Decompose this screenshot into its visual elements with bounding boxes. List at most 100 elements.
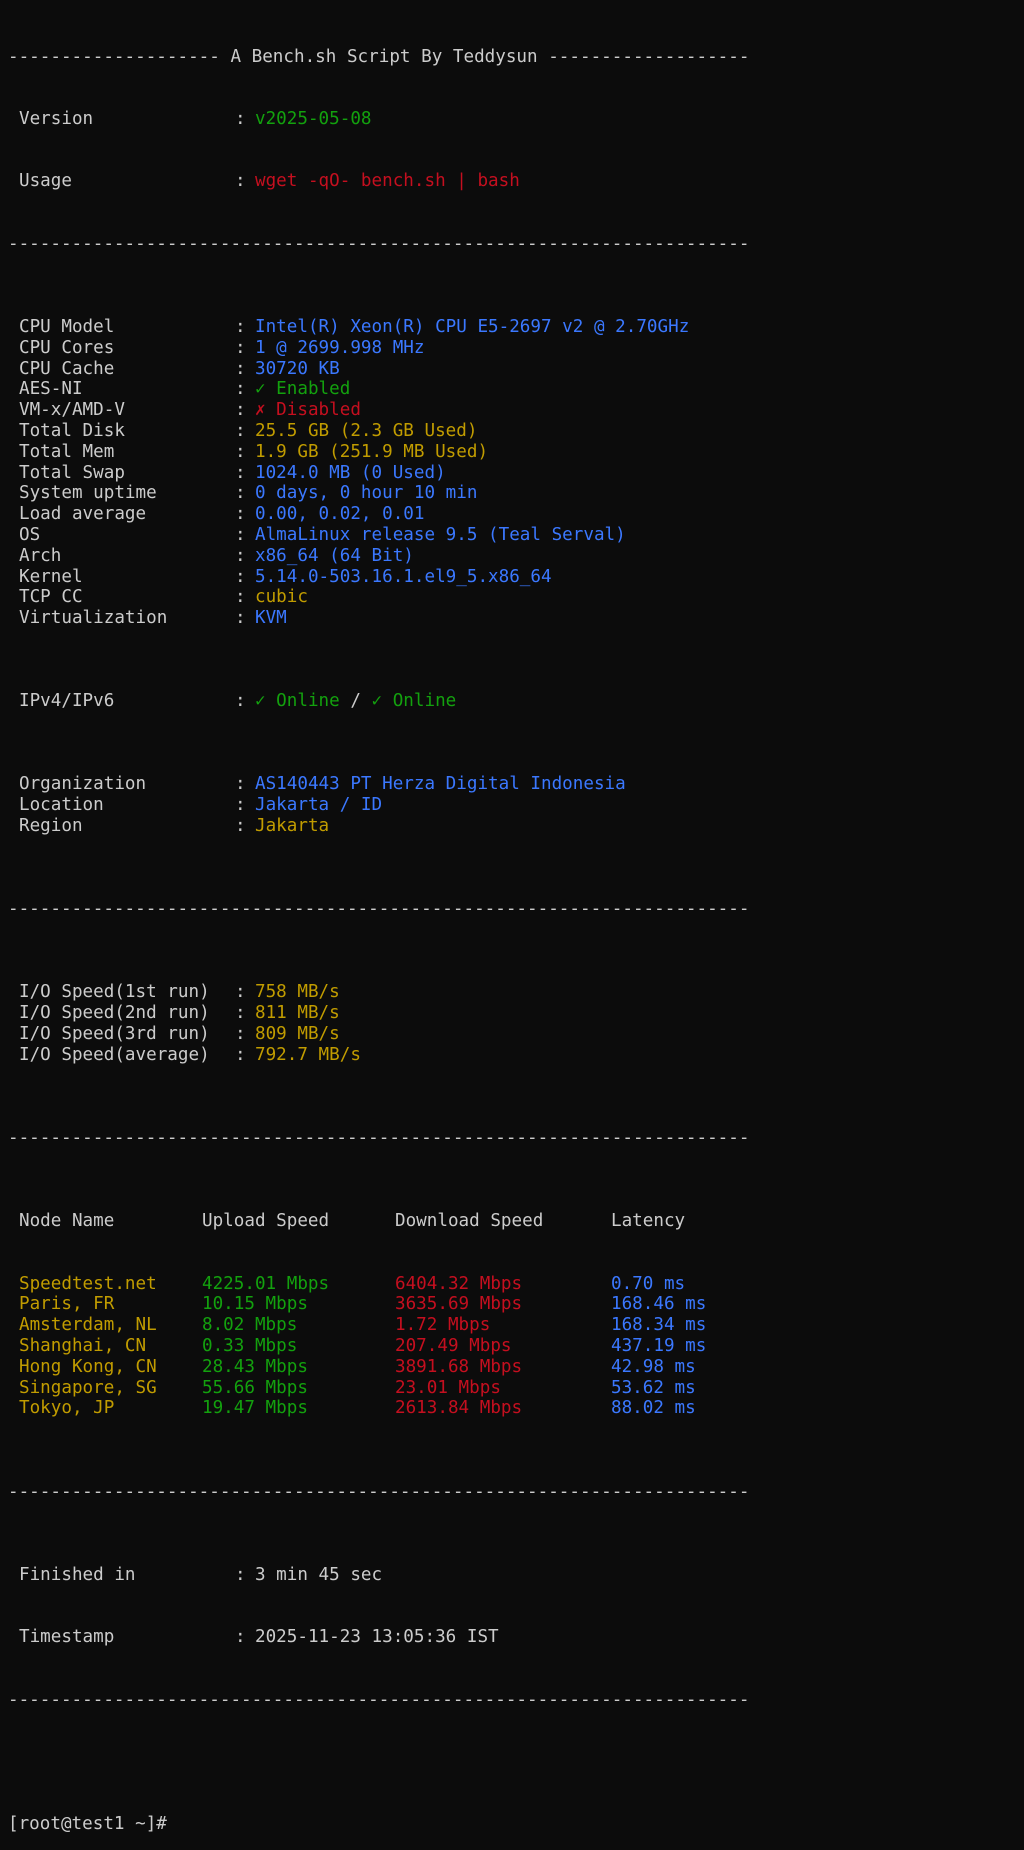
download-speed: 2613.84 Mbps <box>395 1398 523 1419</box>
ip-slash: / <box>339 691 372 712</box>
usage-command: wget -qO- bench.sh | bash <box>255 171 520 192</box>
geo-location: Location: Jakarta / ID <box>8 795 1018 816</box>
header-latency: Latency <box>611 1211 686 1232</box>
ipv4-status: ✓ Online <box>255 691 340 712</box>
download-speed: 23.01 Mbps <box>395 1377 501 1398</box>
download-speed: 1.72 Mbps <box>395 1315 491 1336</box>
separator: : <box>235 566 257 587</box>
io-speed-label: I/O Speed(average) <box>19 1044 210 1065</box>
io-speed-row: I/O Speed(average): 792.7 MB/s <box>8 1045 1018 1066</box>
node-name: Tokyo, JP <box>19 1398 115 1419</box>
sys-virtualization-label: Virtualization <box>19 608 168 629</box>
node-name: Paris, FR <box>19 1294 115 1315</box>
sys-total-mem-label: Total Mem <box>19 441 115 462</box>
sys-aes-ni: AES-NI: ✓ Enabled <box>8 379 1018 400</box>
header-download-speed: Download Speed <box>395 1211 544 1232</box>
sys-load-average-label: Load average <box>19 504 147 525</box>
sys-cpu-model: CPU Model: Intel(R) Xeon(R) CPU E5-2697 … <box>8 317 1018 338</box>
terminal-window[interactable]: -------------------- A Bench.sh Script B… <box>8 5 1018 1850</box>
sys-total-swap: Total Swap: 1024.0 MB (0 Used) <box>8 463 1018 484</box>
sys-system-uptime-value: 0 days, 0 hour 10 min <box>255 483 478 504</box>
header-upload-speed: Upload Speed <box>202 1211 330 1232</box>
usage-label: Usage <box>19 171 72 192</box>
sys-cpu-cache-value: 30720 KB <box>255 358 340 379</box>
sys-aes-ni-label: AES-NI <box>19 379 83 400</box>
banner-line: -------------------- A Bench.sh Script B… <box>8 47 1018 68</box>
header-node-name: Node Name <box>19 1211 115 1232</box>
separator: : <box>235 483 257 504</box>
sys-kernel-label: Kernel <box>19 566 83 587</box>
sys-system-uptime: System uptime: 0 days, 0 hour 10 min <box>8 483 1018 504</box>
upload-speed: 55.66 Mbps <box>202 1377 308 1398</box>
separator: : <box>235 982 257 1003</box>
timestamp-value: 2025-11-23 13:05:36 IST <box>255 1627 499 1648</box>
separator: : <box>235 587 257 608</box>
sys-tcp-cc-value: cubic <box>255 587 308 608</box>
geo-region-label: Region <box>19 816 83 837</box>
latency: 0.70 ms <box>611 1273 686 1294</box>
speedtest-row: Speedtest.net 4225.01 Mbps 6404.32 Mbps 0.7… <box>8 1274 1018 1295</box>
rule-line: ----------------------------------------… <box>8 233 750 254</box>
separator: : <box>235 1003 257 1024</box>
separator: : <box>235 524 257 545</box>
separator: : <box>235 1564 257 1585</box>
sys-cpu-model-value: Intel(R) Xeon(R) CPU E5-2697 v2 @ 2.70GH… <box>255 316 690 337</box>
sys-os: OS: AlmaLinux release 9.5 (Teal Serval) <box>8 525 1018 546</box>
download-speed: 207.49 Mbps <box>395 1336 512 1356</box>
node-name: Speedtest.net <box>19 1273 157 1294</box>
node-name: Singapore, SG <box>19 1377 157 1398</box>
finished-label: Finished in <box>19 1564 136 1585</box>
upload-speed: 19.47 Mbps <box>202 1398 308 1419</box>
sys-total-disk: Total Disk: 25.5 GB (2.3 GB Used) <box>8 421 1018 442</box>
sys-virtualization: Virtualization: KVM <box>8 608 1018 629</box>
geo-organization: Organization: AS140443 PT Herza Digital … <box>8 774 1018 795</box>
sys-load-average: Load average: 0.00, 0.02, 0.01 <box>8 504 1018 525</box>
io-speed-block: I/O Speed(1st run): 758 MB/s I/O Speed(2n… <box>8 982 1018 1065</box>
geo-region-value: Jakarta <box>255 816 330 837</box>
upload-speed: 28.43 Mbps <box>202 1356 308 1377</box>
sys-arch: Arch: x86_64 (64 Bit) <box>8 546 1018 567</box>
timestamp-label: Timestamp <box>19 1627 115 1648</box>
rule-line: ----------------------------------------… <box>8 899 750 920</box>
timestamp-row: Timestamp: 2025-11-23 13:05:36 IST <box>8 1627 1018 1648</box>
geo-info-block: Organization: AS140443 PT Herza Digital … <box>8 774 1018 836</box>
sys-load-average-value: 0.00, 0.02, 0.01 <box>255 504 425 525</box>
finished-row: Finished in: 3 min 45 sec <box>8 1565 1018 1586</box>
io-speed-value: 811 MB/s <box>255 1003 340 1024</box>
sys-total-mem-value: 1.9 GB (251.9 MB Used) <box>255 441 489 462</box>
upload-speed: 4225.01 Mbps <box>202 1273 330 1294</box>
download-speed: 3891.68 Mbps <box>395 1356 523 1377</box>
sys-tcp-cc-label: TCP CC <box>19 587 83 608</box>
separator: : <box>235 1024 257 1045</box>
sys-total-swap-value: 1024.0 MB (0 Used) <box>255 462 446 483</box>
io-speed-row: I/O Speed(3rd run): 809 MB/s <box>8 1024 1018 1045</box>
sys-cpu-cache: CPU Cache: 30720 KB <box>8 359 1018 380</box>
speedtest-row: Amsterdam, NL 8.02 Mbps 1.72 Mbps 168.34 ms <box>8 1315 1018 1336</box>
separator: : <box>235 1627 257 1648</box>
ip-label: IPv4/IPv6 <box>19 691 115 712</box>
sys-system-uptime-label: System uptime <box>19 483 157 504</box>
separator: : <box>235 691 257 712</box>
separator: : <box>235 316 257 337</box>
banner-text: -------------------- A Bench.sh Script B… <box>8 46 750 67</box>
separator: : <box>235 504 257 525</box>
separator: : <box>235 337 257 358</box>
speedtest-row: Tokyo, JP 19.47 Mbps 2613.84 Mbps 88.02 ms <box>8 1398 1018 1419</box>
io-speed-label: I/O Speed(2nd run) <box>19 1003 210 1024</box>
shell-prompt[interactable]: [root@test1 ~]# <box>8 1814 1018 1835</box>
sys-cpu-cores-value: 1 @ 2699.998 MHz <box>255 337 425 358</box>
sys-kernel: Kernel: 5.14.0-503.16.1.el9_5.x86_64 <box>8 567 1018 588</box>
sys-virtualization-value: KVM <box>255 608 287 629</box>
io-speed-value: 809 MB/s <box>255 1024 340 1045</box>
speedtest-row: Shanghai, CN 0.33 Mbps 207.49 Mbps 437.19 m… <box>8 1336 1018 1357</box>
version-label: Version <box>19 108 94 129</box>
io-speed-row: I/O Speed(1st run): 758 MB/s <box>8 982 1018 1003</box>
finished-value: 3 min 45 sec <box>255 1564 383 1585</box>
sys-cpu-cores-label: CPU Cores <box>19 337 115 358</box>
version-row: Version: v2025-05-08 <box>8 109 1018 130</box>
latency: 42.98 ms <box>611 1356 696 1377</box>
sys-total-mem: Total Mem: 1.9 GB (251.9 MB Used) <box>8 442 1018 463</box>
speedtest-row: Singapore, SG 55.66 Mbps 23.01 Mbps 53.62 m… <box>8 1378 1018 1399</box>
system-info-block: CPU Model: Intel(R) Xeon(R) CPU E5-2697 … <box>8 317 1018 629</box>
